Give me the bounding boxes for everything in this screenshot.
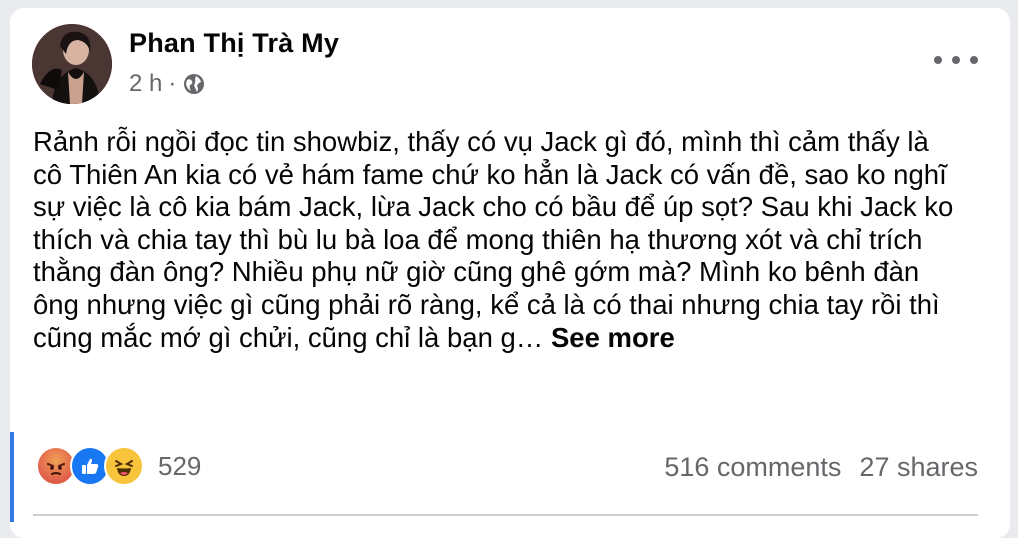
meta-separator: · [168,70,177,97]
haha-icon [104,446,144,486]
more-options-button[interactable] [934,48,978,72]
see-more-link[interactable]: See more [551,322,675,353]
engagement-stats: 516 comments 27 shares [664,452,978,483]
shares-count[interactable]: 27 shares [859,452,978,483]
author-avatar[interactable] [32,24,112,104]
comments-count[interactable]: 516 comments [664,452,841,483]
post-text: Rảnh rỗi ngồi đọc tin showbiz, thấy có v… [33,126,954,353]
post-meta: 2 h · [129,70,206,98]
reaction-count[interactable]: 529 [158,451,201,482]
post-body: Rảnh rỗi ngồi đọc tin showbiz, thấy có v… [33,126,963,354]
post-timestamp[interactable]: 2 h [129,70,162,98]
author-name[interactable]: Phan Thị Trà My [129,28,339,59]
divider [33,514,978,516]
focus-accent-bar [10,432,14,522]
reaction-summary[interactable]: 529 [36,446,201,486]
globe-icon[interactable] [182,72,206,96]
more-horizontal-icon [934,56,942,64]
